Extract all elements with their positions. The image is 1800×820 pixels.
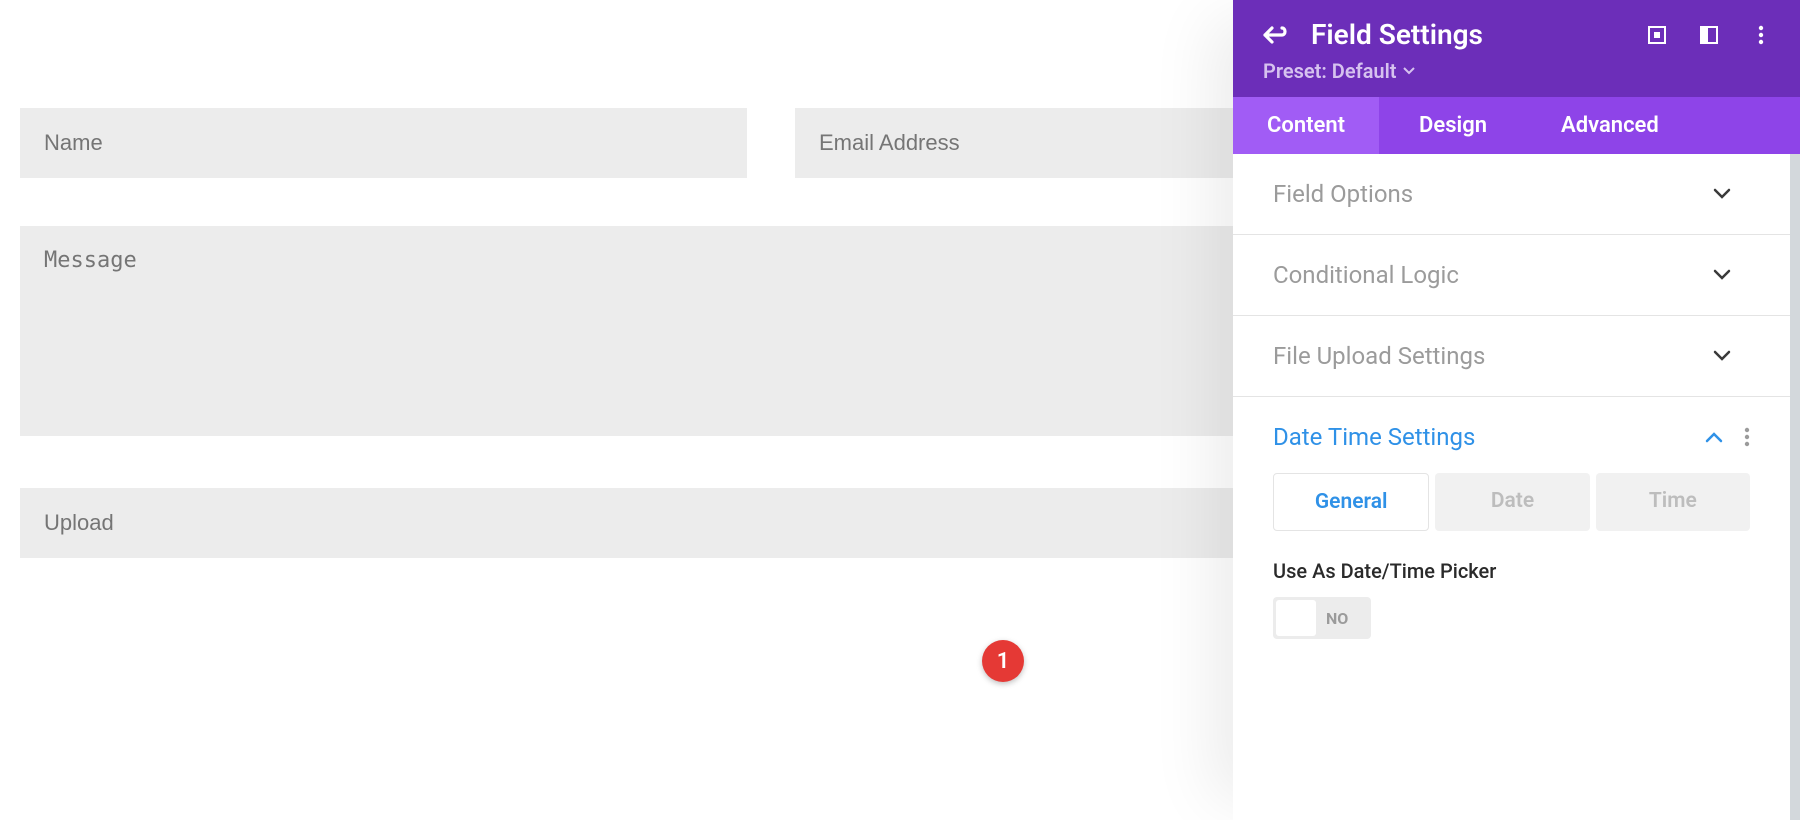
back-arrow-icon[interactable]	[1261, 21, 1289, 49]
toggle-value: NO	[1326, 609, 1348, 628]
settings-panel: Field Settings Preset: Default Content D	[1233, 0, 1800, 820]
kebab-icon[interactable]	[1744, 427, 1750, 447]
panel-header: Field Settings Preset: Default	[1233, 0, 1800, 97]
tab-advanced[interactable]: Advanced	[1527, 97, 1693, 154]
accordion-label: Conditional Logic	[1273, 261, 1459, 289]
accordion-date-time-settings: Date Time Settings General Date Time Use	[1233, 397, 1790, 669]
datetime-header-row[interactable]: Date Time Settings	[1233, 397, 1790, 473]
accordion-label: Date Time Settings	[1273, 423, 1475, 451]
panel-sections: Field Options Conditional Logic File Upl…	[1233, 154, 1800, 820]
datetime-header-icons	[1704, 427, 1750, 447]
name-input[interactable]	[20, 108, 747, 178]
tab-design[interactable]: Design	[1379, 97, 1527, 154]
accordion-conditional-logic[interactable]: Conditional Logic	[1233, 235, 1790, 316]
segment-general[interactable]: General	[1273, 473, 1429, 531]
accordion-label: Field Options	[1273, 180, 1413, 208]
kebab-icon[interactable]	[1750, 24, 1772, 46]
tab-content[interactable]: Content	[1233, 97, 1379, 154]
datetime-body: General Date Time Use As Date/Time Picke…	[1233, 473, 1790, 669]
chevron-down-icon	[1712, 265, 1732, 285]
datetime-segmented: General Date Time	[1273, 473, 1750, 531]
accordion-field-options[interactable]: Field Options	[1233, 154, 1790, 235]
chevron-down-icon	[1712, 346, 1732, 366]
panel-tabs: Content Design Advanced	[1233, 97, 1800, 154]
accordion-file-upload-settings[interactable]: File Upload Settings	[1233, 316, 1790, 397]
panel-header-icons	[1646, 24, 1772, 46]
panel-header-top: Field Settings	[1261, 18, 1772, 51]
preset-label: Preset: Default	[1263, 59, 1397, 83]
caret-down-icon	[1403, 67, 1415, 75]
accordion-label: File Upload Settings	[1273, 342, 1485, 370]
expand-icon[interactable]	[1646, 24, 1668, 46]
annotation-badge-1: 1	[982, 640, 1024, 682]
use-as-datetime-label: Use As Date/Time Picker	[1273, 559, 1750, 583]
segment-time[interactable]: Time	[1596, 473, 1750, 531]
segment-date[interactable]: Date	[1435, 473, 1589, 531]
panel-title: Field Settings	[1311, 18, 1646, 51]
toggle-knob	[1276, 600, 1316, 636]
dock-icon[interactable]	[1698, 24, 1720, 46]
chevron-down-icon	[1712, 184, 1732, 204]
chevron-up-icon[interactable]	[1704, 427, 1724, 447]
preset-selector[interactable]: Preset: Default	[1263, 59, 1772, 83]
use-as-datetime-toggle[interactable]: NO	[1273, 597, 1371, 639]
